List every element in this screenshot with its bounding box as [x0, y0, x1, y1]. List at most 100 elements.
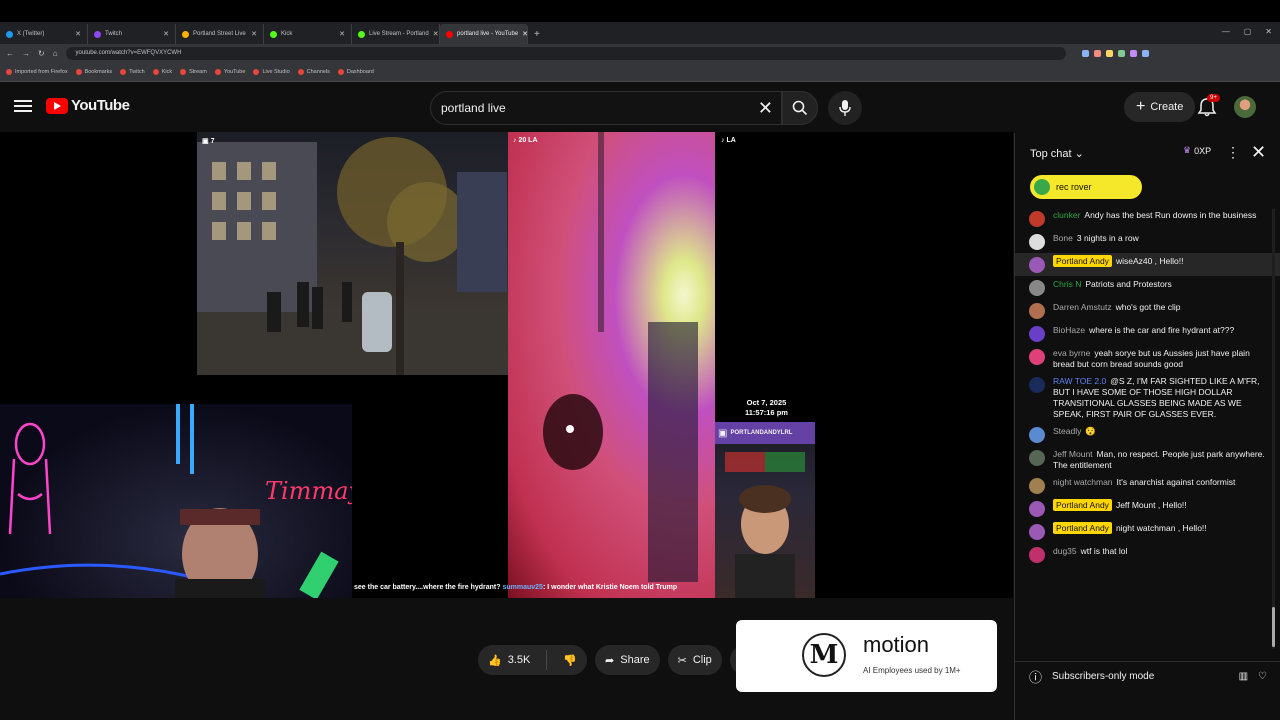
extension-icon[interactable]	[1105, 49, 1113, 57]
chat-author[interactable]: Portland Andy	[1053, 499, 1112, 511]
youtube-logo[interactable]: YouTube	[46, 97, 130, 114]
chat-author[interactable]: night watchman	[1053, 477, 1113, 487]
close-window-icon[interactable]: ✕	[1265, 27, 1272, 36]
chat-author[interactable]: Bone	[1053, 233, 1073, 243]
bookmark-item[interactable]: Bookmarks	[75, 68, 112, 75]
chat-author[interactable]: clunker	[1053, 210, 1080, 220]
chat-author[interactable]: Portland Andy	[1053, 255, 1112, 267]
bookmark-item[interactable]: YouTube	[214, 68, 245, 75]
extension-icon[interactable]	[1081, 49, 1089, 57]
chat-message[interactable]: Portland Andy night watchman , Hello!!	[1015, 520, 1280, 543]
create-button[interactable]: + Create	[1124, 92, 1196, 122]
sponsored-ad[interactable]: M motion AI Employees used by 1M+	[736, 620, 997, 692]
bookmark-item[interactable]: Channels	[297, 68, 330, 75]
close-tab-icon[interactable]: ✕	[75, 30, 81, 38]
back-icon[interactable]: ←	[6, 49, 14, 58]
chat-avatar[interactable]	[1029, 326, 1045, 342]
chat-avatar[interactable]	[1029, 524, 1045, 540]
chat-author[interactable]: dug35	[1053, 546, 1077, 556]
heart-icon[interactable]: ♡	[1258, 671, 1267, 682]
bookmark-item[interactable]: Live Studio	[253, 68, 290, 75]
browser-tab[interactable]: X (Twitter) ✕	[0, 24, 88, 44]
dislike-button[interactable]: 👎	[553, 645, 587, 675]
share-button[interactable]: ➦ Share	[595, 645, 660, 675]
chat-message[interactable]: RAW TOE 2.0 @S Z, I'M FAR SIGHTED LIKE A …	[1015, 373, 1280, 423]
bookmark-item[interactable]: Twitch	[120, 68, 145, 75]
chat-message[interactable]: Portland Andy Jeff Mount , Hello!!	[1015, 497, 1280, 520]
chat-author[interactable]: Chris N	[1053, 279, 1081, 289]
account-avatar[interactable]	[1234, 96, 1256, 118]
search-button[interactable]	[782, 91, 818, 125]
chat-message[interactable]: Darren Amstutz who's got the clip	[1015, 299, 1280, 322]
voice-search-button[interactable]	[828, 91, 862, 125]
hamburger-menu-icon[interactable]	[14, 97, 32, 115]
chat-author[interactable]: BioHaze	[1053, 325, 1085, 335]
chat-avatar[interactable]	[1029, 547, 1045, 563]
chat-author[interactable]: Steadly	[1053, 426, 1081, 436]
chat-message[interactable]: Jeff Mount Man, no respect. People just p…	[1015, 446, 1280, 474]
scrollbar-thumb[interactable]	[1272, 607, 1275, 647]
chat-author[interactable]: Darren Amstutz	[1053, 302, 1112, 312]
browser-tab[interactable]: portland live - YouTube ✕	[440, 24, 528, 44]
chat-mode-dropdown[interactable]: Top chat ⌄	[1030, 147, 1084, 160]
xp-badge[interactable]: ♛ 0XP	[1183, 145, 1211, 156]
chat-author[interactable]: Portland Andy	[1053, 522, 1112, 534]
extension-icon[interactable]	[1093, 49, 1101, 57]
chat-avatar[interactable]	[1029, 211, 1045, 227]
browser-tab[interactable]: Twitch ✕	[88, 24, 176, 44]
forward-icon[interactable]: →	[22, 49, 30, 58]
chat-message[interactable]: BioHaze where is the car and fire hydrant…	[1015, 322, 1280, 345]
browser-tab[interactable]: Portland Street Live ✕	[176, 24, 264, 44]
chat-message[interactable]: night watchman It's anarchist against con…	[1015, 474, 1280, 497]
close-tab-icon[interactable]: ✕	[433, 30, 439, 38]
browser-tab[interactable]: Live Stream - Portland ✕	[352, 24, 440, 44]
info-icon[interactable]: ⓘ	[1029, 667, 1042, 686]
chat-author[interactable]: RAW TOE 2.0	[1053, 376, 1106, 386]
close-tab-icon[interactable]: ✕	[339, 30, 345, 38]
browser-tab[interactable]: Kick ✕	[264, 24, 352, 44]
maximize-icon[interactable]: ▢	[1244, 27, 1252, 36]
search-input[interactable]: portland live ✕	[430, 91, 782, 125]
video-player[interactable]: ▣ 7 ♪ 20 LA ♪ LA Oct 7, 2025 11:57:16 pm…	[0, 132, 1013, 598]
chat-author[interactable]: Jeff Mount	[1053, 449, 1093, 459]
bookmark-item[interactable]: Stream	[180, 68, 207, 75]
close-tab-icon[interactable]: ✕	[163, 30, 169, 38]
chat-options-icon[interactable]: ⋮	[1226, 144, 1240, 161]
clip-button[interactable]: ✂ Clip	[667, 645, 722, 675]
chat-message[interactable]: eva byrne yeah sorye but us Aussies just …	[1015, 345, 1280, 373]
chat-message[interactable]: Portland Andy wiseAz40 , Hello!!	[1015, 253, 1280, 276]
chat-message[interactable]: Bone 3 nights in a row	[1015, 230, 1280, 253]
gift-icon[interactable]: ▥	[1239, 671, 1248, 682]
chat-avatar[interactable]	[1029, 234, 1045, 250]
chat-avatar[interactable]	[1029, 377, 1045, 393]
clear-search-icon[interactable]: ✕	[758, 98, 773, 119]
extension-icon[interactable]	[1141, 49, 1149, 57]
chat-avatar[interactable]	[1029, 257, 1045, 273]
like-button[interactable]: 👍 3.5K	[478, 645, 540, 675]
chat-avatar[interactable]	[1029, 478, 1045, 494]
minimize-icon[interactable]: —	[1222, 27, 1230, 36]
pinned-chip[interactable]: rec rover	[1030, 175, 1142, 199]
home-icon[interactable]: ⌂	[53, 49, 58, 58]
bookmark-item[interactable]: Kick	[152, 68, 172, 75]
new-tab-icon[interactable]: +	[528, 24, 546, 44]
chat-avatar[interactable]	[1029, 427, 1045, 443]
chat-avatar[interactable]	[1029, 349, 1045, 365]
chat-message[interactable]: clunker Andy has the best Run downs in th…	[1015, 207, 1280, 230]
chat-avatar[interactable]	[1029, 303, 1045, 319]
bookmark-item[interactable]: Dashboard	[337, 68, 374, 75]
chat-avatar[interactable]	[1029, 450, 1045, 466]
chat-scrollbar[interactable]	[1272, 209, 1275, 649]
chat-message[interactable]: dug35 wtf is that lol	[1015, 543, 1280, 566]
chat-author[interactable]: eva byrne	[1053, 348, 1090, 358]
extension-icon[interactable]	[1117, 49, 1125, 57]
extension-icon[interactable]	[1129, 49, 1137, 57]
chat-avatar[interactable]	[1029, 280, 1045, 296]
url-input[interactable]: youtube.com/watch?v=EWFQVXYCWH	[65, 46, 1066, 60]
chat-avatar[interactable]	[1029, 501, 1045, 517]
chat-message[interactable]: Steadly 😯	[1015, 423, 1280, 446]
chat-message[interactable]: Chris N Patriots and Protestors	[1015, 276, 1280, 299]
close-tab-icon[interactable]: ✕	[251, 30, 257, 38]
reload-icon[interactable]: ↻	[38, 49, 45, 58]
close-chat-icon[interactable]: ✕	[1251, 142, 1266, 163]
